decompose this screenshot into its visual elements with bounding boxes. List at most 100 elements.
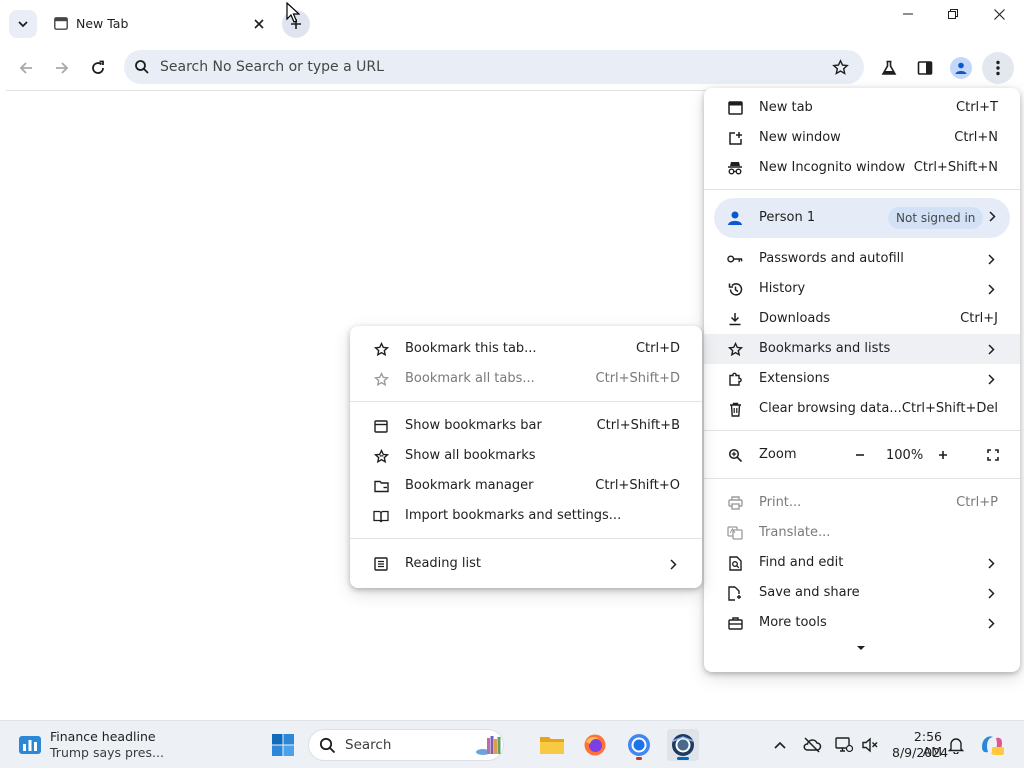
active-indicator (677, 757, 689, 760)
tab-close-button[interactable] (250, 15, 268, 33)
menu-item-label: Translate... (759, 525, 831, 540)
menu-item-profile[interactable]: Person 1 Not signed in (714, 198, 1010, 238)
news-widget-button[interactable] (14, 729, 46, 761)
menu-item-reading-list[interactable]: Reading list (350, 549, 702, 579)
taskbar-search-box[interactable]: Search (308, 729, 504, 761)
menu-item-passwords[interactable]: Passwords and autofill (704, 244, 1020, 274)
menu-item-downloads[interactable]: Downloads Ctrl+J (704, 304, 1020, 334)
cloud-off-icon (803, 737, 822, 753)
person-icon (727, 210, 743, 230)
clock-date[interactable]: 8/9/2024 (892, 745, 948, 760)
menu-shortcut: Ctrl+T (956, 100, 998, 115)
chevron-up-icon (774, 741, 786, 749)
back-button[interactable] (10, 52, 42, 84)
history-icon (727, 281, 743, 297)
menu-item-label: Clear browsing data... (759, 401, 902, 416)
tab-title: New Tab (76, 16, 129, 31)
menu-item-label: Extensions (759, 371, 830, 386)
labs-button[interactable] (873, 52, 905, 84)
scroll-down-icon[interactable] (857, 645, 865, 651)
close-icon (254, 19, 264, 29)
menu-item-label: New tab (759, 100, 813, 115)
menu-item-import-bookmarks[interactable]: Import bookmarks and settings... (350, 501, 702, 531)
side-panel-button[interactable] (909, 52, 941, 84)
zoom-in-button[interactable] (930, 442, 956, 468)
find-page-icon (727, 555, 743, 571)
zoom-level: 100% (886, 448, 924, 463)
bookmark-star-button[interactable] (826, 53, 854, 81)
zoom-icon (727, 447, 743, 463)
menu-item-new-tab[interactable]: New tab Ctrl+T (704, 93, 1020, 123)
fullscreen-button[interactable] (980, 442, 1006, 468)
chrome-menu-button[interactable] (982, 52, 1014, 84)
menu-item-save-and-share[interactable]: Save and share (704, 578, 1020, 608)
forward-button[interactable] (46, 52, 78, 84)
menu-item-new-incognito-window[interactable]: New Incognito window Ctrl+Shift+N (704, 153, 1020, 183)
more-vertical-icon (996, 60, 1000, 76)
books-illustration-icon (476, 736, 501, 755)
puzzle-icon (727, 371, 743, 387)
zoom-out-button[interactable] (847, 442, 873, 468)
omnibox[interactable] (124, 50, 864, 84)
chrome-dev-icon (672, 734, 694, 756)
bookmarks-submenu: Bookmark this tab... Ctrl+D Bookmark all… (350, 326, 702, 588)
profile-button[interactable] (945, 52, 977, 84)
menu-item-bookmark-all-tabs[interactable]: Bookmark all tabs... Ctrl+Shift+D (350, 364, 702, 394)
menu-shortcut: Ctrl+Shift+Del (901, 401, 998, 416)
chrome-taskbar-button[interactable] (623, 729, 655, 761)
star-icon (373, 341, 389, 357)
reload-button[interactable] (82, 52, 114, 84)
star-list-icon (373, 448, 389, 464)
chevron-right-icon (668, 557, 678, 571)
copilot-button[interactable] (976, 729, 1008, 761)
menu-item-translate[interactable]: Translate... (704, 518, 1020, 548)
menu-item-bookmark-manager[interactable]: Bookmark manager Ctrl+Shift+O (350, 471, 702, 501)
menu-item-bookmarks-and-lists[interactable]: Bookmarks and lists (704, 334, 1020, 364)
close-window-button[interactable] (976, 0, 1022, 28)
stock-chart-icon (19, 736, 41, 754)
chevron-right-icon (986, 282, 996, 296)
menu-item-clear-browsing-data[interactable]: Clear browsing data... Ctrl+Shift+Del (704, 394, 1020, 424)
menu-item-label: Bookmarks and lists (759, 341, 891, 356)
tab-new-tab[interactable]: New Tab (44, 6, 276, 42)
file-explorer-button[interactable] (536, 729, 568, 761)
chevron-right-icon (986, 586, 996, 600)
menu-item-history[interactable]: History (704, 274, 1020, 304)
onedrive-button[interactable] (796, 729, 828, 761)
fullscreen-icon (987, 449, 999, 461)
menu-item-label: New Incognito window (759, 160, 906, 175)
tab-search-button[interactable] (9, 10, 37, 38)
chrome-dev-taskbar-button[interactable] (667, 729, 699, 761)
menu-item-show-bookmarks-bar[interactable]: Show bookmarks bar Ctrl+Shift+B (350, 411, 702, 441)
volume-button[interactable] (854, 729, 886, 761)
chevron-right-icon (986, 556, 996, 570)
minimize-button[interactable] (885, 0, 931, 28)
menu-item-bookmark-this-tab[interactable]: Bookmark this tab... Ctrl+D (350, 334, 702, 364)
menu-item-extensions[interactable]: Extensions (704, 364, 1020, 394)
omnibox-input[interactable] (160, 56, 810, 78)
firefox-icon (584, 734, 606, 756)
avatar (950, 57, 972, 79)
menu-item-new-window[interactable]: New window Ctrl+N (704, 123, 1020, 153)
menu-item-show-all-bookmarks[interactable]: Show all bookmarks (350, 441, 702, 471)
chevron-right-icon (986, 372, 996, 386)
show-hidden-icons-button[interactable] (764, 729, 796, 761)
menu-item-find-and-edit[interactable]: Find and edit (704, 548, 1020, 578)
folder-icon (373, 478, 389, 494)
restore-button[interactable] (930, 0, 976, 28)
minus-icon (856, 454, 864, 456)
new-tab-favicon-icon (54, 17, 68, 30)
notifications-button[interactable] (940, 729, 972, 761)
save-share-icon (727, 585, 743, 601)
arrow-right-icon (56, 62, 69, 74)
speaker-muted-icon (862, 737, 878, 753)
menu-item-label: Zoom (759, 447, 797, 462)
firefox-button[interactable] (579, 729, 611, 761)
trash-icon (727, 401, 743, 417)
chevron-right-icon (986, 616, 996, 630)
menu-item-more-tools[interactable]: More tools (704, 608, 1020, 638)
menu-item-print[interactable]: Print... Ctrl+P (704, 488, 1020, 518)
news-headline: Finance headline (50, 729, 156, 744)
start-button[interactable] (267, 729, 299, 761)
search-icon (135, 60, 149, 74)
